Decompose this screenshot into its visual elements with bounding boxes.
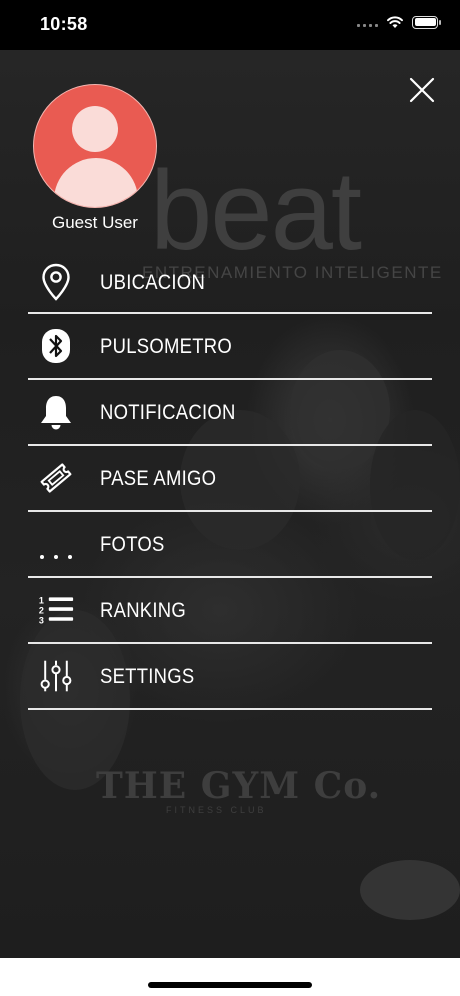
cellular-signal-icon <box>357 17 378 27</box>
menu-label: SETTINGS <box>100 665 195 688</box>
status-icons <box>357 15 441 29</box>
bottom-bar <box>0 958 460 996</box>
user-name: Guest User <box>52 213 138 232</box>
menu-item-pulsometro[interactable]: PULSOMETRO <box>28 314 432 380</box>
menu-item-ubicacion[interactable]: UBICACION <box>28 250 432 314</box>
background-shape <box>360 860 460 920</box>
bell-icon <box>38 392 74 432</box>
menu-item-pase-amigo[interactable]: PASE AMIGO <box>28 446 432 512</box>
menu-item-notificacion[interactable]: NOTIFICACION <box>28 380 432 446</box>
location-pin-icon <box>38 262 74 302</box>
menu-label: FOTOS <box>100 533 165 556</box>
avatar-head <box>72 106 118 152</box>
gym-tagline: FITNESS CLUB <box>166 805 267 815</box>
menu-item-fotos[interactable]: FOTOS <box>28 512 432 578</box>
wifi-icon <box>387 16 403 28</box>
ranked-list-icon: 1 2 3 <box>38 590 74 630</box>
svg-text:3: 3 <box>39 616 44 626</box>
battery-icon <box>412 15 441 29</box>
sliders-icon <box>38 656 74 696</box>
bluetooth-icon <box>38 326 74 366</box>
menu-item-ranking[interactable]: 1 2 3 RANKING <box>28 578 432 644</box>
gym-logo: THE GYM Co. <box>96 765 382 807</box>
menu-label: NOTIFICACION <box>100 401 236 424</box>
menu-label: PULSOMETRO <box>100 335 233 358</box>
close-button[interactable] <box>406 74 438 106</box>
status-time: 10:58 <box>40 14 88 34</box>
svg-text:2: 2 <box>39 606 44 616</box>
menu-item-settings[interactable]: SETTINGS <box>28 644 432 710</box>
home-indicator[interactable] <box>148 982 312 988</box>
svg-text:1: 1 <box>39 596 44 606</box>
close-icon <box>409 77 435 103</box>
menu-label: PASE AMIGO <box>100 467 217 490</box>
menu-label: UBICACION <box>100 271 206 294</box>
avatar[interactable] <box>33 84 157 208</box>
avatar-body <box>54 158 138 207</box>
more-dots-icon <box>38 524 74 564</box>
ticket-icon <box>38 458 74 498</box>
side-menu: UBICACION PULSOMETRO NOTIFICACION PASE A… <box>28 250 432 710</box>
status-bar: 10:58 <box>0 0 460 50</box>
menu-label: RANKING <box>100 599 187 622</box>
